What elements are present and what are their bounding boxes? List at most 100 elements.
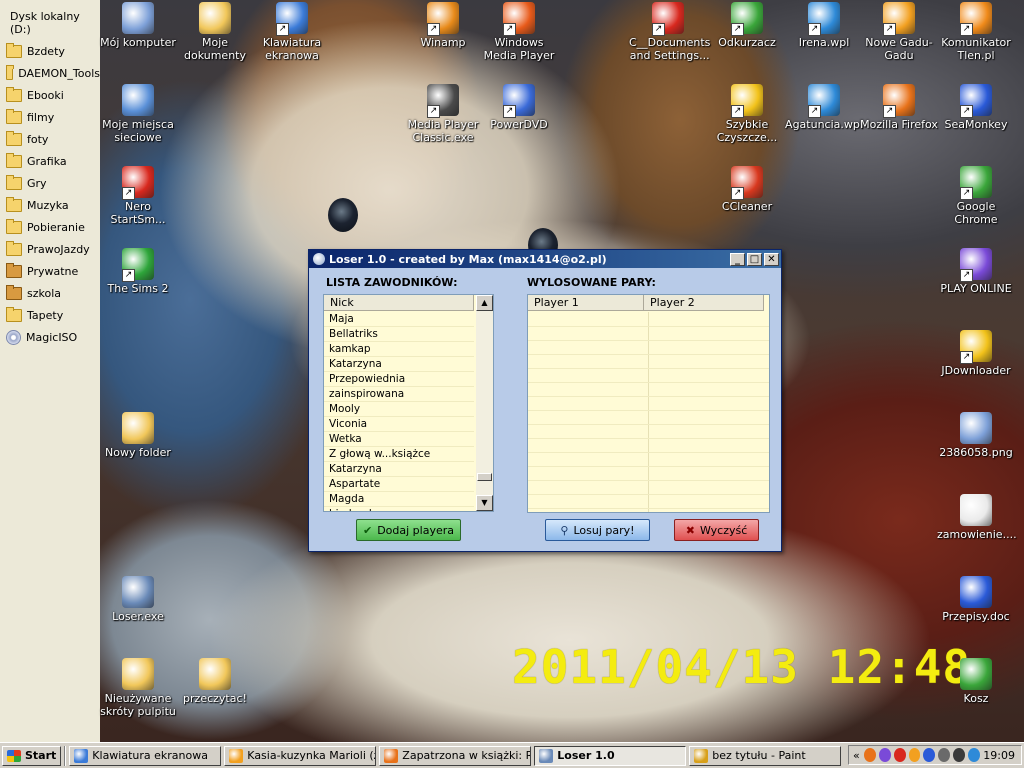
desktop-icon[interactable]: zamowienie....	[936, 494, 1017, 541]
player-row[interactable]: Katarzyna	[324, 357, 474, 372]
player-row[interactable]: Z głową w...książce	[324, 447, 474, 462]
desktop-icon[interactable]: PowerDVD	[479, 84, 559, 131]
desktop-icon[interactable]: Nieużywane skróty pulpitu	[98, 658, 178, 718]
start-button[interactable]: Start	[2, 745, 62, 766]
player1-column-header[interactable]: Player 1	[528, 295, 644, 311]
pair-row[interactable]	[528, 452, 769, 453]
player-row[interactable]: biedronka	[324, 507, 474, 511]
tray-app-icon[interactable]	[938, 748, 951, 762]
player-row[interactable]: Bellatriks	[324, 327, 474, 342]
window-title-bar[interactable]: Loser 1.0 - created by Max (max1414@o2.p…	[309, 250, 781, 268]
folder-tree-item[interactable]: Pobieranie	[0, 216, 100, 238]
desktop-icon[interactable]: Irena.wpl	[784, 2, 864, 49]
volume-icon[interactable]	[968, 748, 981, 762]
desktop-icon[interactable]: C__Documents and Settings...	[628, 2, 710, 62]
desktop-icon[interactable]: Loser.exe	[98, 576, 178, 623]
folder-tree-item[interactable]: Grafika	[0, 150, 100, 172]
folder-tree-item[interactable]: Tapety	[0, 304, 100, 326]
folder-tree-item[interactable]: szkola	[0, 282, 100, 304]
player-row[interactable]: Mooly	[324, 402, 474, 417]
desktop-icon[interactable]: Agatuncia.wpl	[784, 84, 864, 131]
tray-expand-button[interactable]: «	[853, 749, 860, 762]
taskbar-button[interactable]: bez tytułu - Paint	[689, 745, 842, 766]
desktop-icon[interactable]: JDownloader	[936, 330, 1016, 377]
add-player-button[interactable]: ✔ Dodaj playera	[356, 519, 461, 541]
tray-app-icon[interactable]	[863, 748, 876, 762]
pair-row[interactable]	[528, 354, 769, 355]
desktop-icon[interactable]: Nero StartSm...	[98, 166, 178, 226]
player-row[interactable]: Maja	[324, 312, 474, 327]
desktop-icon[interactable]: Szybkie Czyszcze...	[707, 84, 787, 144]
player-row[interactable]: Katarzyna	[324, 462, 474, 477]
pair-row[interactable]	[528, 368, 769, 369]
player2-column-header[interactable]: Player 2	[644, 295, 764, 311]
pair-row[interactable]	[528, 508, 769, 509]
desktop-icon[interactable]: Winamp	[403, 2, 483, 49]
player-row[interactable]: Magda	[324, 492, 474, 507]
scroll-up-button[interactable]: ▲	[476, 295, 493, 311]
desktop-icon[interactable]: Odkurzacz	[707, 2, 787, 49]
scrollbar-thumb[interactable]	[477, 473, 492, 481]
taskbar-button[interactable]: Loser 1.0	[534, 745, 687, 766]
clock[interactable]: 19:09	[983, 749, 1015, 762]
player-row[interactable]: zainspirowana	[324, 387, 474, 402]
folder-tree-item[interactable]: PrawoJazdy	[0, 238, 100, 260]
desktop-icon[interactable]: Moje dokumenty	[175, 2, 255, 62]
desktop-icon[interactable]: SeaMonkey	[936, 84, 1016, 131]
desktop-icon[interactable]: 2386058.png	[936, 412, 1016, 459]
folder-tree-item[interactable]: foty	[0, 128, 100, 150]
pair-row[interactable]	[528, 494, 769, 495]
pairs-listview[interactable]: Player 1 Player 2	[527, 294, 770, 513]
players-listview[interactable]: Nick Maja Bellatriks kamkap Katarzyna Przepo…	[323, 294, 494, 512]
desktop-icon[interactable]: Klawiatura ekranowa	[252, 2, 332, 62]
player-row[interactable]: Wetka	[324, 432, 474, 447]
nick-column-header[interactable]: Nick	[324, 295, 474, 311]
desktop-icon[interactable]: Mozilla Firefox	[859, 84, 939, 131]
desktop-icon[interactable]: Google Chrome	[936, 166, 1016, 226]
tray-app-icon[interactable]	[878, 748, 891, 762]
players-scrollbar[interactable]: ▲ ▼	[476, 295, 493, 511]
desktop-icon[interactable]: CCleaner	[707, 166, 787, 213]
pair-row[interactable]	[528, 410, 769, 411]
desktop-icon[interactable]: Nowy folder	[98, 412, 178, 459]
desktop-icon[interactable]: Windows Media Player	[479, 2, 559, 62]
desktop-icon[interactable]: PLAY ONLINE	[936, 248, 1016, 295]
pair-row[interactable]	[528, 326, 769, 327]
desktop-icon[interactable]: przeczytac!	[175, 658, 255, 705]
tray-app-icon[interactable]	[908, 748, 921, 762]
desktop-icon[interactable]: Nowe Gadu-Gadu	[859, 2, 939, 62]
folder-tree-item[interactable]: Gry	[0, 172, 100, 194]
desktop-icon[interactable]: Komunikator Tlen.pl	[936, 2, 1016, 62]
close-button[interactable]: ✕	[764, 252, 779, 266]
pair-row[interactable]	[528, 424, 769, 425]
desktop-icon[interactable]: Przepisy.doc	[936, 576, 1016, 623]
pair-row[interactable]	[528, 340, 769, 341]
folder-tree-item[interactable]: Ebooki	[0, 84, 100, 106]
taskbar-button[interactable]: Klawiatura ekranowa	[69, 745, 222, 766]
pair-row[interactable]	[528, 466, 769, 467]
player-row[interactable]: Viconia	[324, 417, 474, 432]
desktop-icon[interactable]: Kosz	[936, 658, 1016, 705]
clear-button[interactable]: ✖ Wyczyść	[674, 519, 759, 541]
maximize-button[interactable]: □	[747, 252, 762, 266]
desktop-icon[interactable]: The Sims 2	[98, 248, 178, 295]
pair-row[interactable]	[528, 480, 769, 481]
tray-app-icon[interactable]	[953, 748, 966, 762]
player-row[interactable]: kamkap	[324, 342, 474, 357]
folder-tree-item[interactable]: Muzyka	[0, 194, 100, 216]
pair-row[interactable]	[528, 438, 769, 439]
pair-row[interactable]	[528, 396, 769, 397]
pair-row[interactable]	[528, 382, 769, 383]
folder-tree-item[interactable]: MagicISO	[0, 326, 100, 348]
draw-pairs-button[interactable]: ⚲ Losuj pary!	[545, 519, 650, 541]
folder-tree-item[interactable]: filmy	[0, 106, 100, 128]
folder-tree-item[interactable]: DAEMON_Tools	[0, 62, 100, 84]
tray-app-icon[interactable]	[923, 748, 936, 762]
scroll-down-button[interactable]: ▼	[476, 495, 493, 511]
folder-tree-item[interactable]: Prywatne	[0, 260, 100, 282]
taskbar-button[interactable]: Zapatrzona w książki: R...	[379, 745, 532, 766]
taskbar-button[interactable]: Kasia-kuzynka Marioli (z...	[224, 745, 377, 766]
player-row[interactable]: Przepowiednia	[324, 372, 474, 387]
desktop-icon[interactable]: Moje miejsca sieciowe	[98, 84, 178, 144]
tray-app-icon[interactable]	[893, 748, 906, 762]
